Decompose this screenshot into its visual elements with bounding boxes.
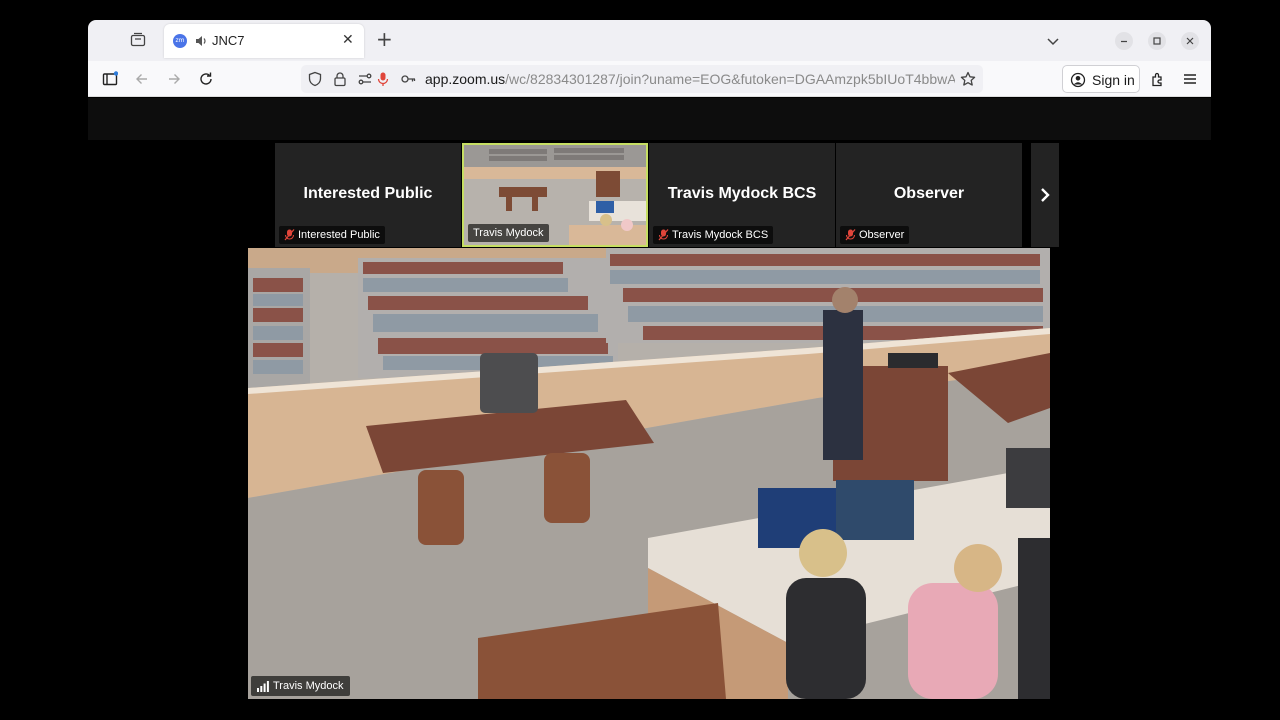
- participant-tile[interactable]: Travis Mydock BCS Travis Mydock BCS: [649, 143, 835, 247]
- maximize-window-icon[interactable]: [1148, 32, 1166, 50]
- key-icon[interactable]: [400, 71, 416, 87]
- participant-name: Observer: [893, 185, 965, 202]
- participant-label: Travis Mydock BCS: [653, 226, 774, 244]
- participant-name: Interested Public: [303, 185, 433, 202]
- participant-label: Travis Mydock: [468, 224, 549, 242]
- extensions-icon[interactable]: [1150, 71, 1166, 87]
- main-speaker-video[interactable]: Travis Mydock: [248, 248, 1050, 699]
- url-text[interactable]: app.zoom.us/wc/82834301287/join?uname=EO…: [425, 71, 955, 87]
- url-path: /wc/82834301287/join?uname=EOG&futoken=D…: [505, 71, 955, 87]
- zoom-favicon-icon: zm: [173, 34, 187, 48]
- permissions-icon[interactable]: [357, 71, 373, 87]
- navigation-bar: app.zoom.us/wc/82834301287/join?uname=EO…: [88, 61, 1211, 97]
- participant-label-text: Travis Mydock: [473, 227, 544, 239]
- participant-label-text: Interested Public: [298, 229, 380, 241]
- signal-bars-icon: [257, 680, 269, 692]
- participant-tile-active-speaker[interactable]: Travis Mydock: [462, 143, 648, 247]
- back-arrow-icon[interactable]: [134, 71, 150, 87]
- tab-title: JNC7: [212, 33, 245, 48]
- tab-active[interactable]: zm JNC7 ✕: [164, 24, 364, 58]
- account-icon: [1070, 72, 1086, 88]
- participant-tile[interactable]: Interested Public Interested Public: [275, 143, 461, 247]
- next-page-button[interactable]: [1031, 143, 1059, 247]
- sidebar-toggle-icon[interactable]: [102, 71, 119, 87]
- speaker-audio-icon[interactable]: [194, 33, 208, 47]
- zoom-meeting: Interested Public Interested Public Trav…: [88, 98, 1211, 720]
- tab-list-icon[interactable]: [130, 32, 148, 50]
- muted-mic-icon: [845, 229, 856, 241]
- participant-label: Interested Public: [279, 226, 385, 244]
- browser-window: zm JNC7 ✕ + app.zoom.us/wc/82834301287/j…: [88, 20, 1211, 720]
- forward-arrow-icon[interactable]: [166, 71, 182, 87]
- shield-icon[interactable]: [307, 71, 323, 87]
- muted-mic-icon: [658, 229, 669, 241]
- participant-name: Travis Mydock BCS: [667, 185, 817, 202]
- menu-icon[interactable]: [1182, 71, 1198, 87]
- tab-bar: zm JNC7 ✕ +: [88, 20, 1211, 61]
- participant-label-text: Observer: [859, 229, 905, 241]
- main-speaker-name: Travis Mydock: [273, 680, 344, 692]
- muted-mic-icon: [284, 229, 295, 241]
- url-bar[interactable]: app.zoom.us/wc/82834301287/join?uname=EO…: [301, 65, 983, 93]
- new-tab-icon[interactable]: +: [376, 29, 393, 49]
- meeting-top-bar: [88, 98, 1211, 140]
- participant-label: Observer: [840, 226, 910, 244]
- bookmark-star-icon[interactable]: [960, 71, 976, 87]
- chevron-down-icon[interactable]: [1046, 33, 1060, 47]
- courtroom-video-frame: [248, 248, 1050, 699]
- sign-in-button[interactable]: Sign in: [1062, 65, 1140, 93]
- sign-in-label: Sign in: [1092, 72, 1135, 88]
- close-window-icon[interactable]: [1181, 32, 1199, 50]
- minimize-window-icon[interactable]: [1115, 32, 1133, 50]
- lock-icon[interactable]: [332, 71, 348, 87]
- main-speaker-label: Travis Mydock: [251, 676, 350, 696]
- url-host: app.zoom.us: [425, 71, 506, 87]
- participant-tile[interactable]: Observer Observer: [836, 143, 1022, 247]
- microphone-active-icon[interactable]: [375, 71, 391, 87]
- participant-label-text: Travis Mydock BCS: [672, 229, 769, 241]
- close-tab-icon[interactable]: ✕: [342, 32, 354, 48]
- chevron-right-icon: [1041, 188, 1050, 202]
- reload-icon[interactable]: [198, 71, 214, 87]
- gallery-strip: Interested Public Interested Public Trav…: [275, 143, 1059, 248]
